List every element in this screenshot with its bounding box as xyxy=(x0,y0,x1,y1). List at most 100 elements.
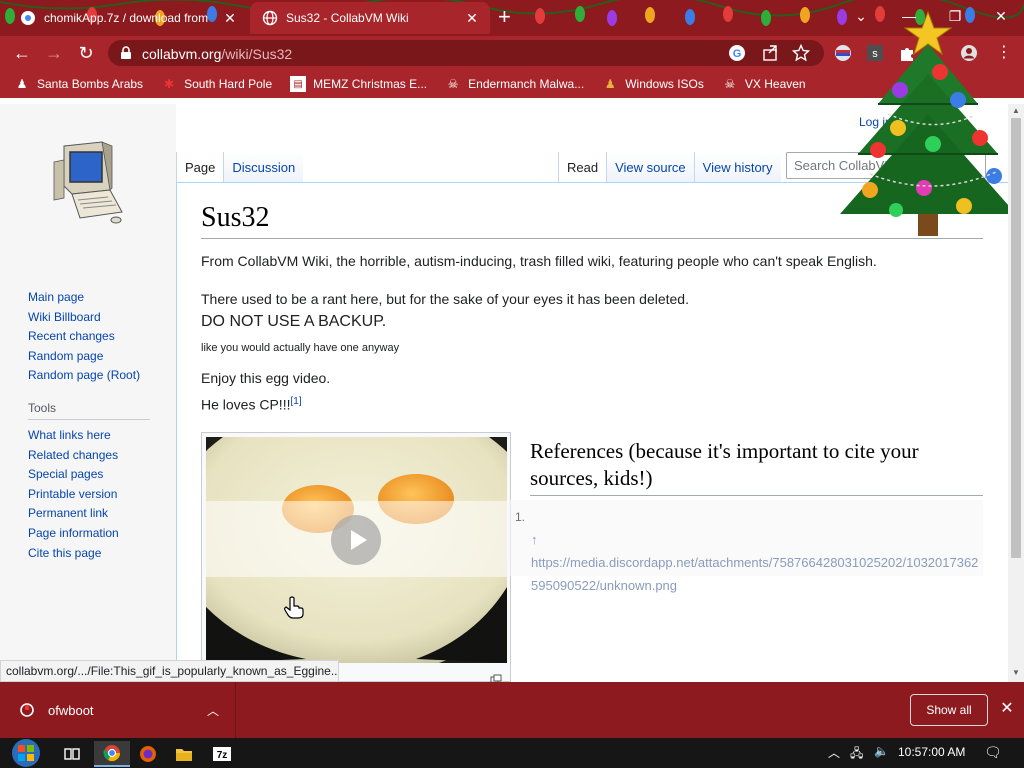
system-clock[interactable]: 10:57:00 AM xyxy=(898,745,965,759)
download-file-icon xyxy=(20,703,34,717)
nav-random-page-root[interactable]: Random page (Root) xyxy=(28,366,140,386)
bookmark-item[interactable]: ♟ Santa Bombs Arabs xyxy=(14,76,143,92)
wiki-logo[interactable] xyxy=(50,140,126,226)
navigation-portal: Main page Wiki Billboard Recent changes … xyxy=(28,288,140,386)
bookmark-item[interactable]: ▤ MEMZ Christmas E... xyxy=(290,76,427,92)
notifications-icon[interactable]: 🗨 xyxy=(984,744,1002,761)
paragraph-backup: DO NOT USE A BACKUP. xyxy=(201,313,387,330)
skull-icon: ☠ xyxy=(724,77,736,91)
tab-read[interactable]: Read xyxy=(558,152,607,182)
tool-printable-version[interactable]: Printable version xyxy=(28,485,150,505)
tool-permanent-link[interactable]: Permanent link xyxy=(28,504,150,524)
task-view-glyph xyxy=(64,748,80,760)
tab-view-source[interactable]: View source xyxy=(606,152,694,182)
view-tabs: Read View source View history xyxy=(558,152,781,182)
firefox-logo-icon xyxy=(140,746,156,762)
paragraph-loves: He loves CP!!![1] xyxy=(201,396,302,413)
windows-taskbar: 7z ︿ 🖧 🔈 10:57:00 AM 🗨 xyxy=(0,738,1024,768)
person-icon: ♟ xyxy=(16,77,28,91)
file-explorer-taskbar-icon[interactable] xyxy=(166,741,202,767)
reference-link[interactable]: [1] xyxy=(290,396,301,407)
svg-text:7z: 7z xyxy=(217,750,228,761)
tool-related-changes[interactable]: Related changes xyxy=(28,446,150,466)
bookmark-item[interactable]: ✱ South Hard Pole xyxy=(161,76,272,92)
forward-arrow-icon[interactable]: → xyxy=(42,42,66,64)
back-to-citation-arrow[interactable]: ↑ xyxy=(531,532,538,547)
tab-view-history[interactable]: View history xyxy=(693,152,781,182)
task-view-icon[interactable] xyxy=(54,741,90,767)
play-icon xyxy=(351,530,367,550)
scroll-down-icon[interactable]: ▼ xyxy=(1012,668,1020,677)
namespace-tabs: Page Discussion xyxy=(176,152,304,182)
address-bar[interactable]: collabvm.org/wiki/Sus32 G xyxy=(108,40,824,66)
chevron-up-icon[interactable]: ︿ xyxy=(207,702,219,719)
play-button[interactable] xyxy=(331,515,381,565)
bookmark-label: Windows ISOs xyxy=(625,77,704,91)
video-thumbnail[interactable] xyxy=(201,432,511,682)
close-download-bar-icon[interactable]: ✕ xyxy=(998,698,1016,718)
bookmark-label: VX Heaven xyxy=(744,77,806,91)
bookmark-item[interactable]: ♟ Windows ISOs xyxy=(602,76,704,92)
start-button-icon[interactable] xyxy=(6,738,46,768)
globe-icon xyxy=(262,10,278,26)
bookmark-label: Endermanch Malwa... xyxy=(468,77,585,91)
link-status-bar: collabvm.org/.../File:This_gif_is_popula… xyxy=(0,660,339,682)
tab-title: Sus32 - CollabVM Wiki xyxy=(286,11,409,25)
tab-title: chomikApp.7z / download from xyxy=(44,11,209,25)
nav-random-page[interactable]: Random page xyxy=(28,347,140,367)
person-icon: ♟ xyxy=(604,77,616,91)
page-icon: ▤ xyxy=(290,76,307,92)
download-item[interactable]: ofwboot ︿ xyxy=(0,682,236,738)
folder-icon xyxy=(176,749,192,761)
hand-cursor-icon xyxy=(284,596,304,619)
snowflake-icon: ✱ xyxy=(164,77,175,91)
7zip-logo-icon: 7z xyxy=(213,747,231,761)
site-tagline: From CollabVM Wiki, the horrible, autism… xyxy=(201,253,877,269)
tools-heading: Tools xyxy=(28,401,150,420)
tool-cite-this-page[interactable]: Cite this page xyxy=(28,544,150,564)
tab-close-icon[interactable]: ✕ xyxy=(462,10,482,27)
tab-sus32[interactable]: Sus32 - CollabVM Wiki ✕ xyxy=(250,2,490,34)
back-arrow-icon[interactable]: ← xyxy=(10,42,34,64)
tab-chomikapp[interactable]: chomikApp.7z / download from ✕ xyxy=(8,2,248,34)
tools-portal: Tools What links here Related changes Sp… xyxy=(28,401,150,563)
nav-wiki-billboard[interactable]: Wiki Billboard xyxy=(28,308,140,328)
tab-close-icon[interactable]: ✕ xyxy=(220,10,240,27)
bookmark-item[interactable]: ☠ Endermanch Malwa... xyxy=(445,76,584,92)
reload-icon[interactable]: ↻ xyxy=(74,42,98,64)
show-all-button[interactable]: Show all xyxy=(910,694,988,726)
volume-icon[interactable]: 🔈 xyxy=(874,744,889,758)
scrollbar-thumb[interactable] xyxy=(1011,118,1021,558)
network-icon[interactable]: 🖧 xyxy=(850,744,863,765)
google-lens-icon[interactable]: G xyxy=(728,44,746,62)
tool-what-links-here[interactable]: What links here xyxy=(28,426,150,446)
chrome-logo-icon xyxy=(103,745,121,762)
chrome-taskbar-icon[interactable] xyxy=(94,741,130,767)
bookmark-label: Santa Bombs Arabs xyxy=(37,77,144,91)
lock-icon[interactable] xyxy=(120,46,132,60)
share-icon[interactable] xyxy=(762,44,780,62)
7zip-taskbar-icon[interactable]: 7z xyxy=(204,741,240,767)
christmas-tree-decoration xyxy=(840,10,1016,236)
tray-chevron-up-icon[interactable]: ︿ xyxy=(828,744,840,761)
reference-item: ↑ https://media.discordapp.net/attachment… xyxy=(531,528,981,597)
bookmark-label: South Hard Pole xyxy=(184,77,273,91)
enlarge-icon[interactable] xyxy=(490,674,502,682)
reference-url-link[interactable]: https://media.discordapp.net/attachments… xyxy=(531,555,978,593)
egg-video-image[interactable] xyxy=(206,437,507,663)
nav-main-page[interactable]: Main page xyxy=(28,288,140,308)
url-text: collabvm.org/wiki/Sus32 xyxy=(142,46,292,62)
vertical-scrollbar[interactable]: ▲ ▼ xyxy=(1008,104,1024,682)
tool-special-pages[interactable]: Special pages xyxy=(28,465,150,485)
bookmark-star-icon[interactable] xyxy=(792,44,810,62)
chrome-favicon-icon xyxy=(21,11,35,25)
firefox-taskbar-icon[interactable] xyxy=(130,741,166,767)
url-path: /wiki/Sus32 xyxy=(221,46,293,62)
tool-page-information[interactable]: Page information xyxy=(28,524,150,544)
scroll-up-icon[interactable]: ▲ xyxy=(1012,106,1020,115)
tab-discussion[interactable]: Discussion xyxy=(223,152,304,182)
nav-recent-changes[interactable]: Recent changes xyxy=(28,327,140,347)
bookmark-item[interactable]: ☠ VX Heaven xyxy=(722,76,806,92)
new-tab-button[interactable]: + xyxy=(498,6,511,28)
tab-page[interactable]: Page xyxy=(176,152,224,182)
